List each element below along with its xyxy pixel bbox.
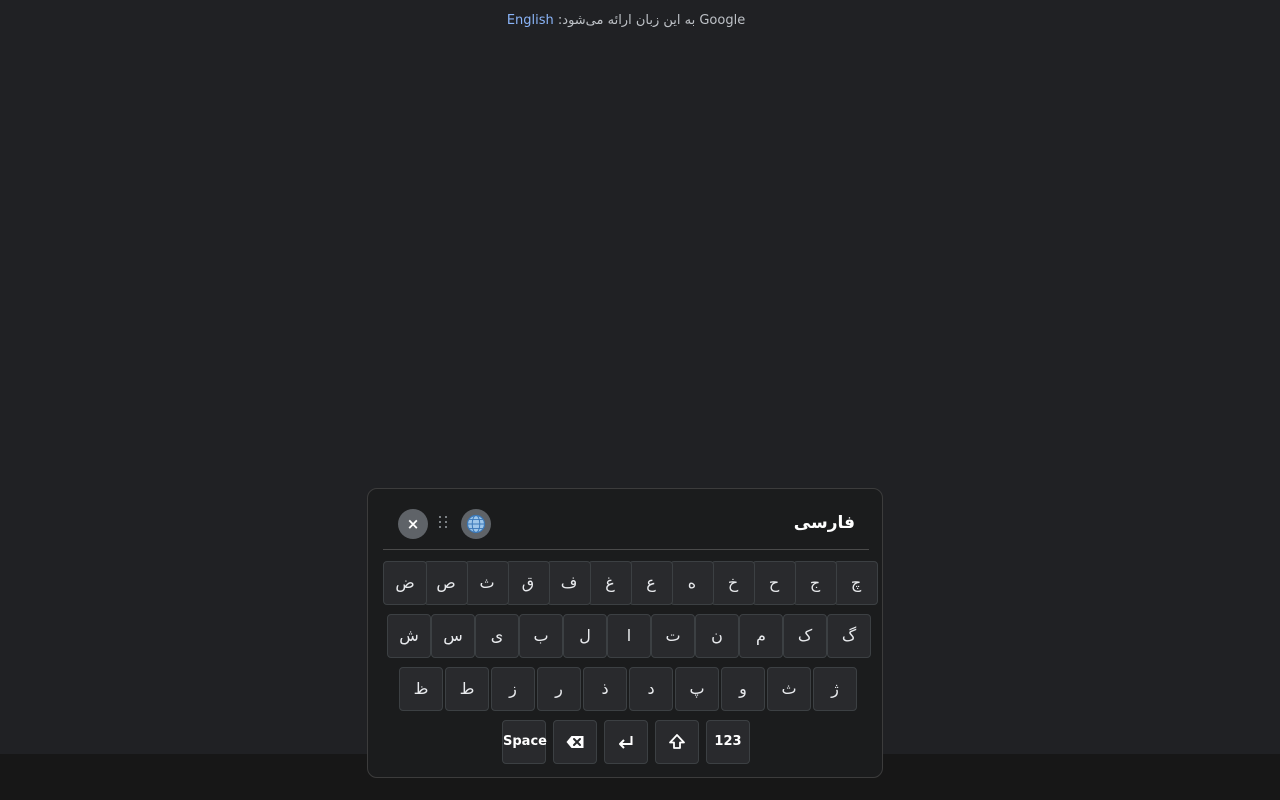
shift-icon [669, 734, 685, 749]
key[interactable]: ح [752, 561, 796, 605]
key[interactable]: ط [445, 667, 489, 711]
key[interactable]: خ [711, 561, 755, 605]
keyboard-language-title: فارسی [793, 513, 855, 533]
drag-handle-icon[interactable] [439, 516, 451, 532]
key[interactable]: و [721, 667, 765, 711]
key[interactable]: ا [607, 614, 651, 658]
key[interactable]: چ [834, 561, 878, 605]
keyboard-header: × فارسی [383, 503, 869, 550]
key[interactable]: غ [588, 561, 632, 605]
numbers-key[interactable]: 123 [706, 720, 750, 764]
key[interactable]: ث [767, 667, 811, 711]
key[interactable]: ه [670, 561, 714, 605]
close-icon[interactable]: × [398, 509, 428, 539]
backspace-icon [566, 736, 584, 748]
space-key[interactable]: Space [502, 720, 547, 764]
key[interactable]: ق [506, 561, 550, 605]
language-offer-text: Google به این زبان ارائه می‌شود: [553, 13, 746, 28]
language-offer: Google به این زبان ارائه می‌شود: English [0, 13, 1252, 28]
globe-icon[interactable] [461, 509, 491, 539]
shift-key[interactable] [655, 720, 699, 764]
key[interactable]: ک [783, 614, 827, 658]
key[interactable]: ص [424, 561, 468, 605]
key[interactable]: ع [629, 561, 673, 605]
key[interactable]: ت [651, 614, 695, 658]
key[interactable]: ظ [399, 667, 443, 711]
key[interactable]: ش [387, 614, 431, 658]
key[interactable]: ذ [583, 667, 627, 711]
enter-key[interactable] [604, 720, 648, 764]
enter-icon [619, 736, 633, 749]
key[interactable]: ر [537, 667, 581, 711]
key[interactable]: د [629, 667, 673, 711]
key[interactable]: س [431, 614, 475, 658]
key[interactable]: ژ [813, 667, 857, 711]
key[interactable]: ی [475, 614, 519, 658]
key[interactable]: ث [465, 561, 509, 605]
key[interactable]: ل [563, 614, 607, 658]
key[interactable]: پ [675, 667, 719, 711]
backspace-key[interactable] [553, 720, 597, 764]
key[interactable]: م [739, 614, 783, 658]
key[interactable]: ض [383, 561, 427, 605]
key[interactable]: ف [547, 561, 591, 605]
language-link-english[interactable]: English [507, 13, 554, 28]
key[interactable]: ج [793, 561, 837, 605]
key[interactable]: گ [827, 614, 871, 658]
key[interactable]: ب [519, 614, 563, 658]
virtual-keyboard: × فارسی چ ج ح خ ه ع غ ف ق ث ص ض گ ک م ن … [367, 488, 883, 778]
page: Google به این زبان ارائه می‌شود: English… [0, 0, 1280, 800]
key[interactable]: ز [491, 667, 535, 711]
key[interactable]: ن [695, 614, 739, 658]
